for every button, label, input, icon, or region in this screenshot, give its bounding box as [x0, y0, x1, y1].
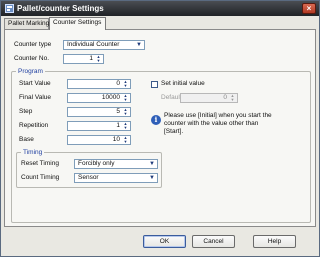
window-title: Pallet/counter Settings — [17, 4, 104, 13]
cancel-button[interactable]: Cancel — [192, 235, 235, 248]
reset-timing-value: Forcibly only — [78, 160, 115, 167]
info-icon: i — [151, 115, 161, 125]
spinner-arrows-icon[interactable]: ▲ ▼ — [122, 80, 129, 88]
start-value-label: Start Value — [19, 80, 51, 87]
counter-type-value: Individual Counter — [67, 41, 120, 48]
close-icon: × — [306, 4, 312, 13]
tab-counter-settings[interactable]: Counter Settings — [49, 17, 106, 30]
set-initial-value-label: Set initial value — [161, 80, 205, 87]
chevron-down-icon: ▼ — [149, 161, 155, 167]
final-value-spinner[interactable]: 10000 ▲ ▼ — [67, 93, 131, 103]
dialog-window: Pallet/counter Settings × Pallet Marking… — [0, 0, 320, 257]
timing-group: Timing Reset Timing Forcibly only ▼ Coun… — [16, 148, 162, 188]
count-timing-select[interactable]: Sensor ▼ — [74, 173, 158, 183]
program-group-title: Program — [16, 67, 45, 76]
reset-timing-select[interactable]: Forcibly only ▼ — [74, 159, 158, 169]
counter-no-spinner[interactable]: 1 ▲ ▼ — [63, 54, 104, 64]
step-label: Step — [19, 108, 33, 115]
spinner-arrows-icon[interactable]: ▲ ▼ — [122, 108, 129, 116]
app-icon — [5, 4, 14, 13]
reset-timing-label: Reset Timing — [21, 160, 59, 167]
spinner-arrows-icon[interactable]: ▲ ▼ — [122, 136, 129, 144]
chevron-down-icon: ▼ — [136, 42, 142, 48]
repetition-label: Repetition — [19, 122, 49, 129]
defaults-spinner[interactable]: 0 ▲ ▼ — [180, 93, 238, 103]
final-value-label: Final Value — [19, 94, 52, 101]
spinner-arrows-icon[interactable]: ▲ ▼ — [95, 55, 102, 63]
help-button[interactable]: Help — [253, 235, 296, 248]
base-value: 10 — [112, 136, 120, 143]
spinner-arrows-icon[interactable]: ▲ ▼ — [122, 122, 129, 130]
program-group: Program Start Value 0 ▲ ▼ Final Value 100… — [11, 67, 311, 223]
tab-pallet-marking[interactable]: Pallet Marking — [4, 18, 49, 29]
step-value: 5 — [116, 108, 120, 115]
title-bar[interactable]: Pallet/counter Settings × — [1, 1, 319, 16]
step-spinner[interactable]: 5 ▲ ▼ — [67, 107, 131, 117]
start-value: 0 — [116, 80, 120, 87]
defaults-value: 0 — [223, 94, 227, 101]
counter-type-select[interactable]: Individual Counter ▼ — [63, 40, 145, 50]
count-timing-label: Count Timing — [21, 174, 60, 181]
chevron-down-icon: ▼ — [149, 175, 155, 181]
ok-button[interactable]: OK — [143, 235, 186, 248]
final-value: 10000 — [101, 94, 120, 101]
counter-type-label: Counter type — [14, 41, 52, 48]
spinner-arrows-icon[interactable]: ▲ ▼ — [122, 94, 129, 102]
count-timing-value: Sensor — [78, 174, 99, 181]
initial-value-note: Please use [Initial] when you start the … — [164, 112, 272, 135]
spinner-arrows-icon[interactable]: ▲ ▼ — [229, 94, 236, 102]
set-initial-value-checkbox[interactable] — [151, 81, 158, 88]
base-spinner[interactable]: 10 ▲ ▼ — [67, 135, 131, 145]
close-button[interactable]: × — [302, 3, 316, 14]
counter-no-label: Counter No. — [14, 55, 50, 62]
base-label: Base — [19, 136, 34, 143]
counter-no-value: 1 — [89, 55, 93, 62]
repetition-value: 1 — [116, 122, 120, 129]
timing-group-title: Timing — [21, 148, 45, 157]
repetition-spinner[interactable]: 1 ▲ ▼ — [67, 121, 131, 131]
start-value-spinner[interactable]: 0 ▲ ▼ — [67, 79, 131, 89]
counter-settings-panel: Counter type Individual Counter ▼ Counte… — [4, 29, 316, 227]
